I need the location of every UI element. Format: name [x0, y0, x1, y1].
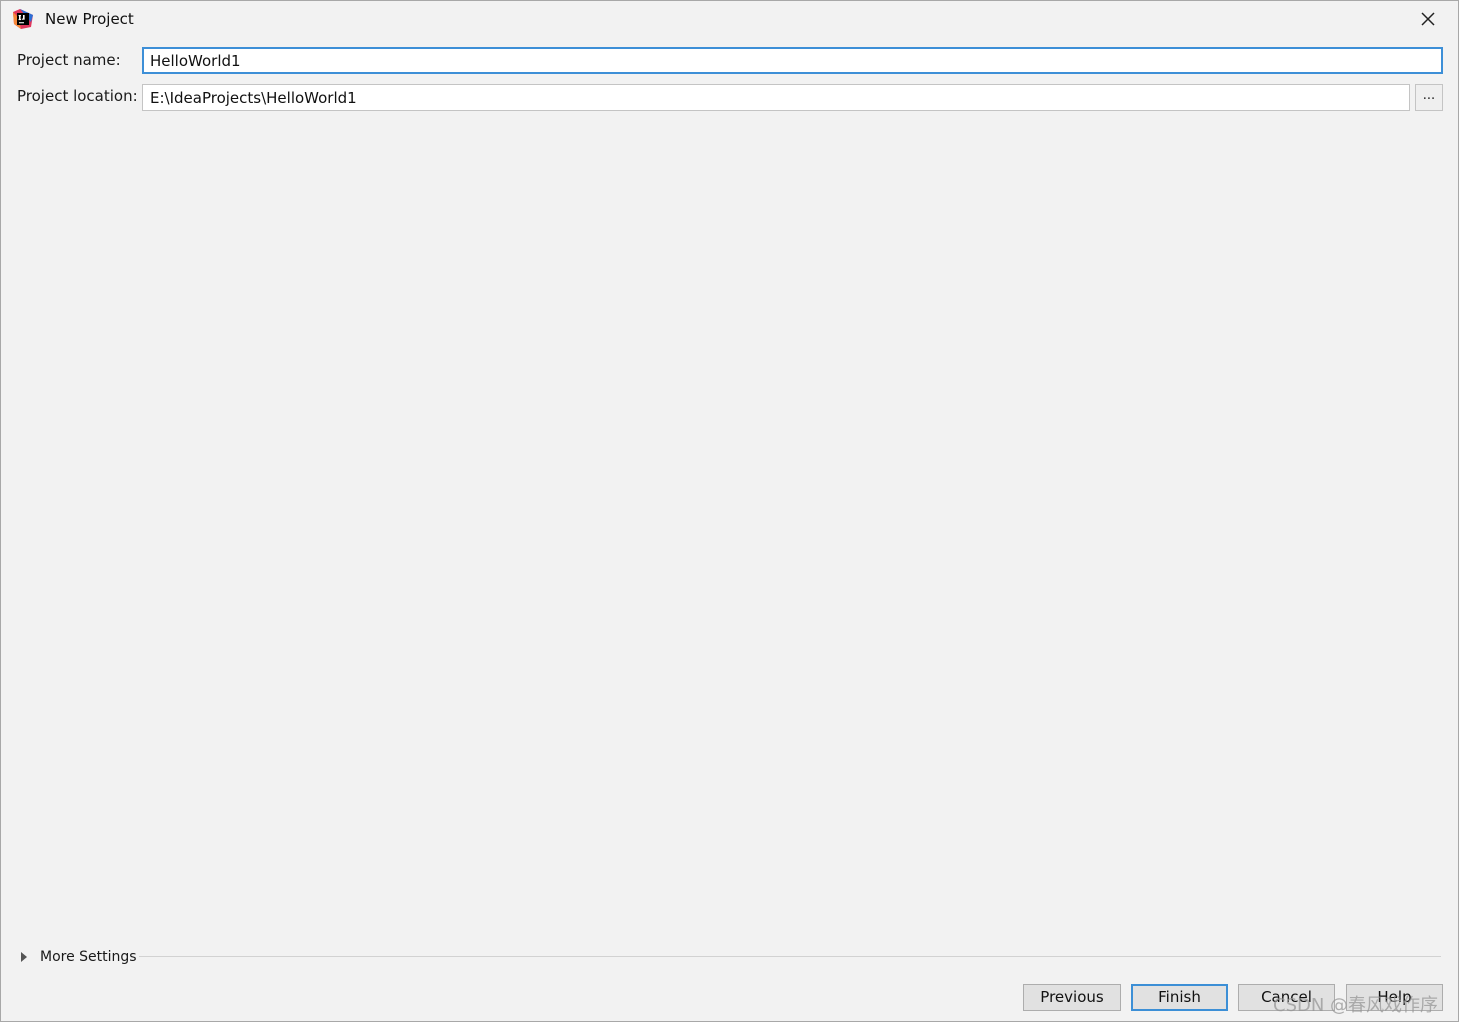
title-bar: New Project [1, 1, 1458, 37]
browse-location-button[interactable]: ... [1415, 84, 1443, 111]
cancel-button[interactable]: Cancel [1238, 984, 1335, 1011]
previous-button[interactable]: Previous [1023, 984, 1121, 1011]
triangle-right-icon [21, 952, 27, 962]
project-name-input[interactable] [142, 47, 1443, 74]
window-title: New Project [45, 10, 134, 28]
close-button[interactable] [1416, 7, 1440, 31]
project-location-input[interactable] [142, 84, 1410, 111]
new-project-dialog: New Project Project name: Project locati… [0, 0, 1459, 1022]
project-name-label: Project name: [17, 51, 121, 69]
help-button[interactable]: Help [1346, 984, 1443, 1011]
more-settings-divider [139, 956, 1441, 957]
close-icon [1421, 12, 1435, 26]
finish-button[interactable]: Finish [1131, 984, 1228, 1011]
more-settings-toggle[interactable]: More Settings [21, 947, 137, 967]
intellij-idea-icon [13, 9, 33, 29]
more-settings-label: More Settings [40, 949, 137, 965]
project-location-label: Project location: [17, 87, 138, 105]
